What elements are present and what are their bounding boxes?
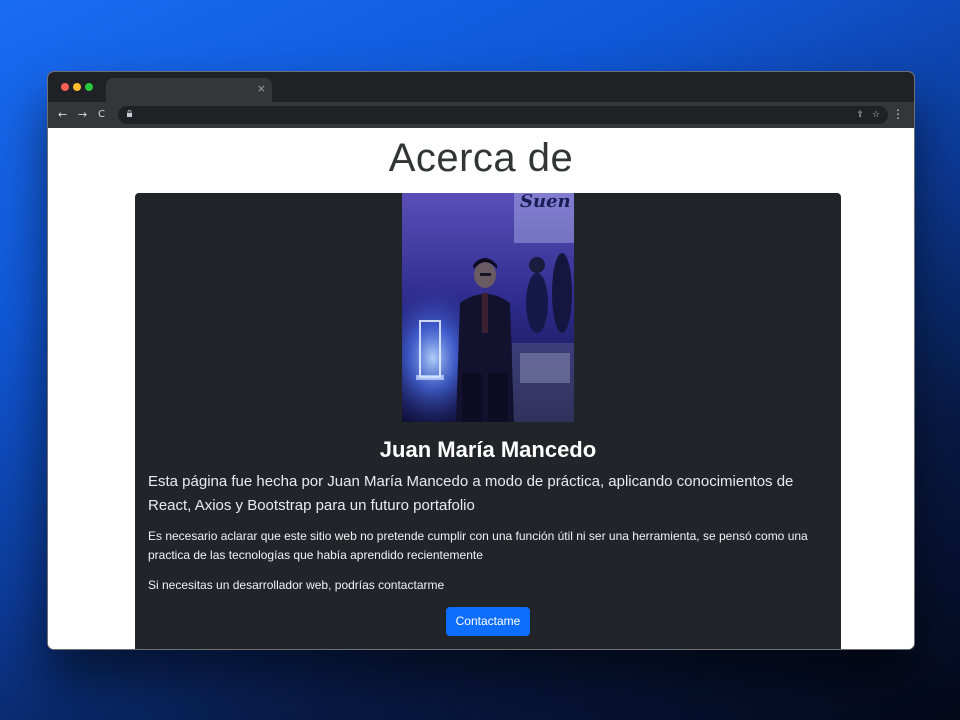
page-content: Acerca de Suen Juan María Mancedo Esta p… — [48, 128, 914, 649]
contact-button[interactable]: Contactame — [446, 607, 530, 636]
address-bar[interactable]: ⇪ ☆ — [118, 106, 888, 124]
reload-icon[interactable]: C — [98, 107, 105, 123]
disclaimer-text: Es necesario aclarar que este sitio web … — [148, 529, 808, 562]
maximize-window-button[interactable] — [85, 83, 93, 91]
browser-tab[interactable]: × — [106, 78, 272, 102]
minimize-window-button[interactable] — [73, 83, 81, 91]
profile-photo: Suen — [402, 193, 574, 422]
tab-close-icon[interactable]: × — [257, 82, 266, 96]
browser-window: × ← → C ⇪ ☆ ⋮ Acerca de Suen Juan María … — [47, 71, 915, 650]
browser-toolbar: ← → C ⇪ ☆ ⋮ — [48, 102, 914, 128]
page-title: Acerca de — [388, 136, 574, 180]
contact-prompt-text: Si necesitas un desarrollador web, podrí… — [148, 578, 445, 592]
share-icon[interactable]: ⇪ — [856, 108, 864, 122]
forward-arrow-icon[interactable]: → — [78, 107, 87, 123]
profile-name: Juan María Mancedo — [379, 437, 597, 462]
svg-text:Suen: Suen — [520, 193, 571, 212]
close-window-button[interactable] — [61, 83, 69, 91]
intro-text: Esta página fue hecha por Juan María Man… — [148, 473, 794, 514]
back-arrow-icon[interactable]: ← — [58, 107, 67, 123]
lock-icon — [127, 110, 132, 117]
star-icon[interactable]: ☆ — [872, 108, 880, 122]
browser-menu-icon[interactable]: ⋮ — [892, 106, 904, 122]
about-card: Suen Juan María Mancedo Esta página fue … — [135, 193, 841, 649]
tab-bar: × — [48, 72, 914, 102]
